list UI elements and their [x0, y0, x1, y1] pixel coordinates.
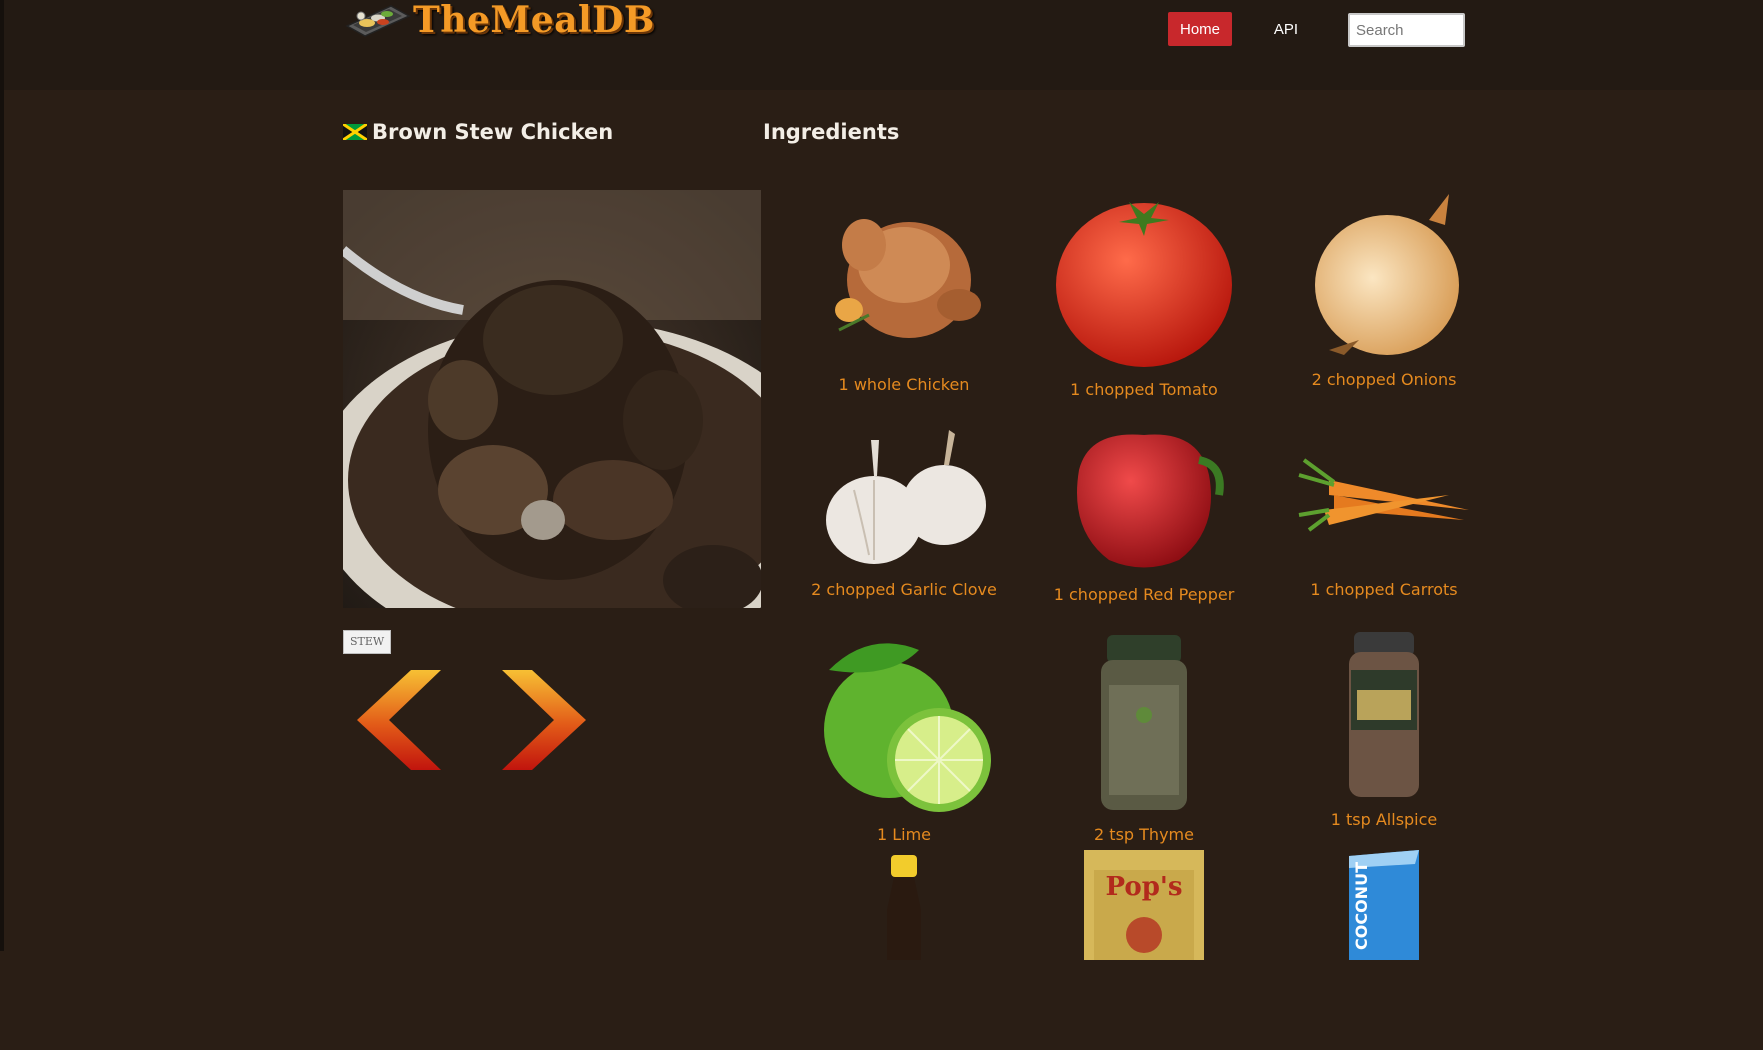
allspice-jar-icon: [1349, 632, 1419, 797]
ingredient-card[interactable]: [784, 850, 1024, 1050]
meal-title: Brown Stew Chicken: [372, 120, 614, 144]
coconut-milk-carton-icon: COCONUT: [1349, 850, 1419, 960]
meal-photo: [343, 190, 761, 608]
ingredient-label: 2 chopped Onions: [1311, 370, 1457, 389]
ingredient-label: 1 chopped Carrots: [1310, 580, 1458, 599]
ingredient-card[interactable]: 1 whole Chicken: [784, 190, 1024, 394]
lime-icon: [824, 643, 991, 812]
ingredient-label: 1 tsp Allspice: [1330, 810, 1438, 829]
ingredient-card[interactable]: 2 chopped Onions: [1264, 190, 1504, 390]
ingredient-card[interactable]: 2 chopped Garlic Clove: [784, 420, 1024, 620]
ingredient-label: 2 chopped Garlic Clove: [811, 580, 997, 599]
pops-box-icon: Pop's: [1084, 850, 1204, 960]
ingredient-card[interactable]: 1 chopped Tomato: [1024, 190, 1264, 399]
ingredient-card[interactable]: 1 chopped Carrots: [1264, 420, 1504, 620]
next-meal-button[interactable]: [486, 668, 590, 772]
ingredient-card[interactable]: 1 Lime: [784, 630, 1024, 844]
svg-text:Pop's: Pop's: [1106, 872, 1183, 902]
onion-icon: [1315, 194, 1459, 355]
ingredient-label: 1 chopped Red Pepper: [1053, 585, 1235, 604]
ingredient-label: 1 Lime: [876, 825, 932, 844]
previous-meal-button[interactable]: [353, 668, 457, 772]
chevron-left-icon: [357, 670, 441, 770]
ingredient-label: 2 tsp Thyme: [1094, 825, 1194, 844]
page-left-edge: [0, 0, 4, 951]
ingredient-card[interactable]: COCONUT: [1264, 850, 1504, 1050]
category-tag[interactable]: STEW: [343, 630, 392, 654]
ingredient-label: 1 chopped Tomato: [1070, 380, 1218, 399]
chicken-icon: [835, 219, 981, 338]
garlic-icon: [826, 430, 986, 564]
nav-api-link[interactable]: API: [1251, 12, 1321, 46]
search-input[interactable]: [1348, 13, 1465, 47]
ingredient-card[interactable]: 1 tsp Allspice: [1264, 630, 1504, 830]
nav-home-button[interactable]: Home: [1168, 12, 1232, 46]
page-container: TheMealDB Home API Brown Stew Chicken In…: [343, 0, 1469, 960]
ingredient-card[interactable]: Pop's: [1024, 850, 1264, 1050]
svg-text:COCONUT: COCONUT: [1352, 862, 1371, 950]
red-pepper-icon: [1077, 434, 1224, 568]
tomato-icon: [1056, 202, 1232, 367]
food-tray-icon: [345, 5, 411, 37]
ingredients-heading: Ingredients: [763, 120, 900, 144]
meal-title-row: Brown Stew Chicken: [343, 116, 613, 148]
ingredient-card[interactable]: 1 chopped Red Pepper: [1024, 420, 1264, 620]
ingredient-card[interactable]: 2 tsp Thyme: [1024, 630, 1264, 844]
thyme-jar-icon: [1101, 635, 1187, 810]
site-logo[interactable]: TheMealDB: [345, 0, 655, 40]
logo-text: TheMealDB: [413, 0, 655, 41]
chevron-right-icon: [502, 670, 586, 770]
sauce-bottle-icon: [887, 855, 921, 960]
carrots-icon: [1298, 458, 1469, 532]
ingredient-label: 1 whole Chicken: [838, 375, 970, 394]
jamaica-flag-icon: [343, 124, 367, 140]
